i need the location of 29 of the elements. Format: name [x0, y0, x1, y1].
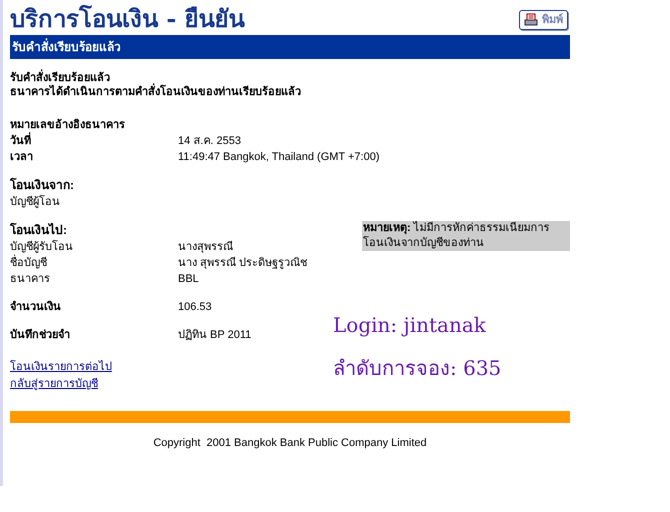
field-label: เวลา [10, 150, 34, 165]
field-label: ชื่อบัญชี [10, 255, 178, 271]
nav-link[interactable]: กลับสู่รายการบัญชี [10, 376, 98, 393]
field-label: บัญชีผู้โอน [10, 194, 61, 210]
field-value: นางสุพรรณี [178, 240, 233, 255]
field-value: นาง สุพรรณี ประดิษฐรูวณิช [178, 256, 308, 271]
note-text: หมายเหตุ: ไม่มีการหักค่าธรรมเนียมการโอนเงินจากบัญชีของท่าน [362, 221, 570, 251]
overlay-text: Login: jintanak [333, 312, 486, 338]
page-title: บริการโอนเงิน - ยืนยัน [10, 4, 245, 34]
field-value: BBL [178, 272, 199, 287]
confirmation-text: ธนาคารได้ดำเนินการตามคำสั่งโอนเงินของท่านเรียบร้อยแล้ว [10, 85, 570, 99]
field-label: ธนาคาร [10, 272, 51, 287]
field-label: จำนวนเงิน [10, 300, 62, 315]
section-heading: โอนเงินจาก: [10, 178, 74, 192]
overlay-text: ลำดับการจอง: 635 [333, 355, 502, 381]
field-value: 106.53 [178, 300, 212, 315]
print-button[interactable]: พิมพ์ [519, 10, 568, 30]
printer-icon [524, 13, 538, 27]
section-heading: โอนเงินไป: [10, 223, 67, 237]
field-value: 14 ส.ค. 2553 [178, 134, 241, 149]
field-value: ปฏิทิน BP 2011 [178, 328, 252, 343]
copyright-text: Copyright 2001 Bangkok Bank Public Company Limited [153, 436, 427, 451]
field-label: บัญชีผู้รับโอน [10, 239, 74, 254]
field-label: บันทึกช่วยจำ [10, 328, 71, 343]
nav-link[interactable]: โอนเงินรายการต่อไป [10, 359, 112, 376]
field-value: 11:49:47 Bangkok, Thailand (GMT +7:00) [178, 150, 380, 165]
banner-title: รับคำสั่งเรียบร้อยแล้ว [10, 35, 570, 59]
field-label: วันที่ [10, 133, 178, 149]
field-label: หมายเลขอ้างอิงธนาคาร [10, 118, 126, 132]
